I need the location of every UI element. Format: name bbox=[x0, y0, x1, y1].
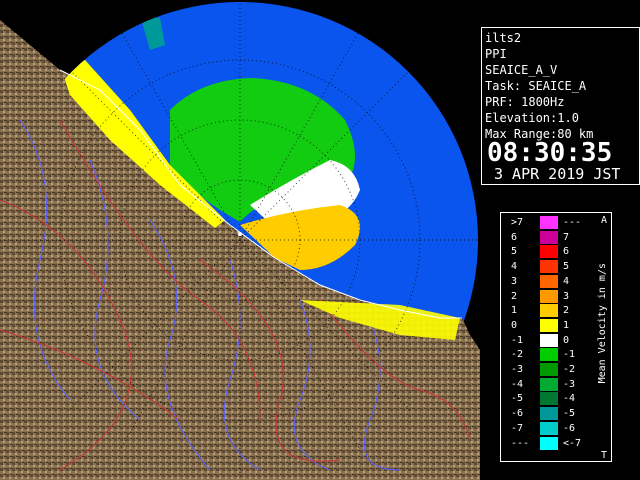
legend-swatch bbox=[540, 392, 558, 406]
legend-row-upper: 4 bbox=[563, 275, 570, 287]
scan-date: 3 APR 2019 JST bbox=[494, 165, 621, 183]
legend-row-upper: -3 bbox=[563, 378, 576, 390]
legend-row: 12 bbox=[501, 304, 611, 318]
legend-row-lower: -7 bbox=[511, 422, 524, 434]
legend-row-upper: 6 bbox=[563, 246, 570, 258]
legend-row-lower: >7 bbox=[511, 217, 524, 228]
legend-row-lower: -4 bbox=[511, 378, 524, 390]
legend-row-upper: 1 bbox=[563, 319, 570, 331]
legend-row: -3 -2 bbox=[501, 363, 611, 377]
legend-row: 56 bbox=[501, 245, 611, 259]
legend-row-lower: -6 bbox=[511, 408, 524, 420]
legend-corner-bottom: T bbox=[601, 450, 608, 461]
legend-row-upper: -5 bbox=[563, 408, 576, 420]
prf-value: PRF: 1800Hz bbox=[485, 95, 565, 109]
legend-row: -2 -1 bbox=[501, 348, 611, 362]
radar-site-marker bbox=[238, 232, 242, 236]
legend-swatch bbox=[540, 318, 558, 332]
legend-swatch bbox=[540, 333, 558, 347]
legend-row-upper: 3 bbox=[563, 290, 570, 302]
legend-row: -5 -4 bbox=[501, 392, 611, 406]
legend-row-upper: -6 bbox=[563, 422, 576, 434]
product-name: SEAICE_A_V bbox=[485, 63, 558, 77]
legend-row-lower: 3 bbox=[511, 275, 518, 287]
station-name: ilts2 bbox=[485, 31, 522, 45]
legend-swatch bbox=[540, 421, 558, 435]
velocity-color-legend: >7 --- 6 7 5 6 4 5 3 4 2 3 1 2 0 1 -1 0 -2 -1 -3 -2 -4 -3 -5 -4 -6… bbox=[500, 212, 612, 462]
legend-row-upper: <-7 bbox=[563, 437, 582, 449]
task-name: Task: SEAICE_A bbox=[485, 79, 587, 93]
legend-row: -6 -5 bbox=[501, 407, 611, 421]
legend-row-lower: -1 bbox=[511, 334, 524, 346]
legend-row-lower: 2 bbox=[511, 290, 518, 302]
legend-row: --- <-7 bbox=[501, 436, 611, 450]
legend-row: 01 bbox=[501, 318, 611, 332]
legend-row: 34 bbox=[501, 274, 611, 288]
legend-row-lower: 4 bbox=[511, 261, 518, 273]
legend-corner-top: A bbox=[601, 215, 608, 226]
legend-title: Mean Velocity in m/s bbox=[597, 263, 608, 384]
legend-row-upper: --- bbox=[563, 217, 582, 228]
legend-row-upper: 0 bbox=[563, 334, 570, 346]
legend-swatch bbox=[540, 274, 558, 288]
legend-row-upper: -2 bbox=[563, 364, 576, 375]
legend-row: -7 -6 bbox=[501, 421, 611, 435]
legend-row: 23 bbox=[501, 289, 611, 303]
legend-row-upper: -1 bbox=[563, 349, 576, 361]
legend-row-lower: 6 bbox=[511, 231, 518, 243]
elevation-value: Elevation:1.0 bbox=[485, 111, 579, 125]
scan-time: 08:30:35 bbox=[487, 138, 613, 168]
legend-row-lower: -2 bbox=[511, 349, 524, 361]
legend-row-upper: 7 bbox=[563, 231, 570, 243]
legend-row: -1 0 bbox=[501, 333, 611, 347]
legend-swatch bbox=[540, 260, 558, 274]
legend-row-lower: 1 bbox=[511, 305, 518, 317]
legend-swatch bbox=[540, 230, 558, 244]
legend-row-lower: -3 bbox=[511, 364, 524, 375]
scan-info-panel: ilts2 PPI SEAICE_A_V Task: SEAICE_A PRF:… bbox=[481, 27, 640, 185]
legend-swatch bbox=[540, 245, 558, 259]
legend-row-upper: 2 bbox=[563, 305, 570, 317]
legend-row-upper: -4 bbox=[563, 393, 576, 405]
legend-row-lower: 5 bbox=[511, 246, 518, 258]
legend-swatch bbox=[540, 216, 558, 230]
legend-swatch bbox=[540, 363, 558, 377]
legend-swatch bbox=[540, 289, 558, 303]
legend-row-lower: 0 bbox=[511, 319, 518, 331]
legend-swatch bbox=[540, 407, 558, 421]
legend-swatch bbox=[540, 348, 558, 362]
legend-row: 45 bbox=[501, 260, 611, 274]
scan-type: PPI bbox=[485, 47, 507, 61]
legend-swatch bbox=[540, 436, 558, 450]
legend-row-lower: --- bbox=[511, 437, 530, 449]
legend-swatch bbox=[540, 377, 558, 391]
legend-row-upper: 5 bbox=[563, 261, 570, 273]
legend-row: -4 -3 bbox=[501, 377, 611, 391]
legend-row: 67 bbox=[501, 230, 611, 244]
legend-row: >7 --- bbox=[501, 216, 611, 230]
legend-swatch bbox=[540, 304, 558, 318]
legend-row-lower: -5 bbox=[511, 393, 524, 405]
